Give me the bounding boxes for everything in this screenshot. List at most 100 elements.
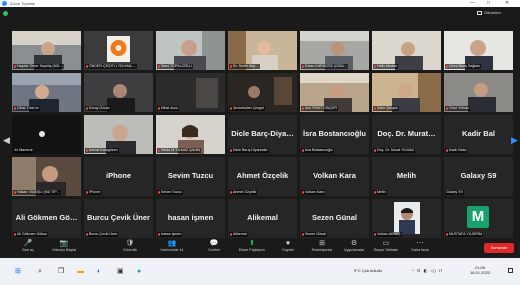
participant-tile[interactable]: Kadir Bal Kadir Balcı [444, 115, 513, 154]
participant-name-tag: Galaxy S9 [445, 190, 464, 195]
participant-tile[interactable]: M MUSTAFA YILDIRIM [444, 199, 513, 238]
muted-mic-icon [86, 65, 88, 68]
participant-tile[interactable]: Galaxy S9 Galaxy S9 [444, 157, 513, 196]
end-meeting-button[interactable]: Sonlandır [484, 243, 514, 253]
participant-tile[interactable]: Umut Barış Sağlam [444, 31, 513, 70]
participant-tile[interactable]: Haydar Ömer Saçbüş (MÜ… [12, 31, 81, 70]
participant-display-name: iPhone [105, 171, 131, 180]
participant-display-name: Galaxy S9 [460, 171, 497, 180]
participant-tile[interactable]: Cihat Yıldırım [12, 73, 81, 112]
participant-tile[interactable]: Ali Gökmen Gö… Ali Gökmen Göksu [12, 199, 81, 238]
muted-mic-icon [302, 107, 304, 110]
muted-mic-icon [230, 233, 232, 236]
minimize-button[interactable]: — [470, 0, 475, 7]
participant-tile-active-speaker[interactable]: Sami TOPALOĞLU [156, 31, 225, 70]
participant-tile[interactable]: Dr. Serife Akp… [228, 31, 297, 70]
participant-tile[interactable]: Onur Yılmaz [444, 73, 513, 112]
muted-mic-icon [302, 191, 304, 194]
participant-tile[interactable]: Volkan Kara Volkan Kara [300, 157, 369, 196]
participant-tile[interactable]: Doç. Dr. Murat… Doç. Dr. Murat YILMAZ [372, 115, 441, 154]
participant-display-name: Melih [396, 171, 417, 180]
participant-name-tag: Alikemal [229, 232, 248, 237]
clock-date: 16.01.2023 [470, 270, 491, 275]
participant-name-tag: Şakir Şimşek [373, 106, 399, 111]
weather-widget[interactable]: 9°C Çok bulutlu [354, 268, 382, 273]
participant-tile[interactable]: Burcu Çevik Üner Burcu Çevik Üner [84, 199, 153, 238]
windows-start-icon[interactable]: ⊞ [15, 267, 21, 276]
participant-name: Kemal Karagözen [89, 148, 118, 152]
edge-browser-icon[interactable]: ◐ [97, 267, 101, 276]
participant-tile[interactable]: hasan işmen hasan işmen [156, 199, 225, 238]
participant-tile[interactable]: Nihat Avcu [156, 73, 225, 112]
participant-name: Umut Barış Sağlam [449, 64, 481, 68]
participant-tile[interactable]: Selda M.YILMAZ ŞAHİN [156, 115, 225, 154]
participant-tile[interactable]: İsra Bostancıoğlu İsra Bostancıoğlu [300, 115, 369, 154]
participant-name-tag: Kemal Karagözen [85, 148, 119, 153]
participant-tile[interactable]: Alikemal Alikemal [228, 199, 297, 238]
participant-tile[interactable]: Sevim Tuzcu Sevim Tuzcu [156, 157, 225, 196]
participant-name-tag: Sevim Tuzcu [157, 190, 183, 195]
participant-tile[interactable]: Ahmet Özçelik Ahmet Özçelik [228, 157, 297, 196]
participant-tile[interactable]: Volkan AKBAŞ [372, 199, 441, 238]
participant-tile[interactable]: Kemal Karagözen [84, 115, 153, 154]
security-shield-icon[interactable] [3, 11, 8, 16]
maximize-button[interactable]: □ [487, 0, 490, 7]
participant-name-tag: Dicle Barış Diyarbakır [229, 148, 269, 153]
participant-tile[interactable]: 44 İlkimeral [12, 115, 81, 154]
more-button[interactable]: ⋯ Daha fazla [400, 240, 440, 253]
participant-tile[interactable]: Melih Melih [372, 157, 441, 196]
participant-tile[interactable]: iPhone iPhone [84, 157, 153, 196]
participant-name: Şevketullah Çengel [233, 106, 264, 110]
muted-mic-icon [158, 65, 160, 68]
clock[interactable]: 21:06 16.01.2023 [470, 265, 490, 275]
share-screen-button[interactable]: ⬆ Ekran Paylaşımı [232, 240, 272, 253]
participant-display-name: hasan işmen [167, 213, 214, 222]
system-tray-icons[interactable]: ^ ⊡ ◧ ◁) Π [412, 268, 443, 273]
muted-mic-icon [158, 233, 160, 236]
participant-name: Haydar Ömer Saçbüş (MÜ… [17, 64, 63, 68]
chat-button[interactable]: 💬 Sohbet [194, 240, 234, 253]
participant-tile[interactable]: Halis Medan [372, 31, 441, 70]
security-button[interactable]: 🛡 Güvenlik [110, 240, 150, 253]
camera-off-icon: 📷 [59, 240, 69, 247]
participant-tile[interactable]: ÖNDER-ÇEŞİTLİ YELİHAL… [84, 31, 153, 70]
participant-tile[interactable]: Koray Özcan [84, 73, 153, 112]
participant-name-tag: Cihat Yıldırım [13, 106, 40, 111]
participant-name-tag: Sami TOPALOĞLU [157, 64, 193, 69]
participant-name: Volkan AKBAŞ [377, 232, 401, 236]
participant-tile[interactable]: Sezen Günal Sezen Günal [300, 199, 369, 238]
participant-name-tag: Selda M.YILMAZ ŞAHİN [157, 148, 202, 153]
previous-page-icon[interactable]: ◀ [3, 135, 10, 146]
file-explorer-icon[interactable]: ▬ [77, 267, 84, 276]
view-label: Görünüm [484, 10, 501, 15]
muted-mic-icon [158, 191, 160, 194]
next-page-icon[interactable]: ▶ [511, 135, 518, 146]
participant-name: Dr. Serife Akp… [233, 64, 259, 68]
notification-icon[interactable] [508, 268, 513, 273]
unmute-button[interactable]: 🎤 Sesi aç [8, 240, 48, 253]
zoom-taskbar-icon[interactable]: ● [137, 267, 141, 276]
window-titlebar: Zoom Toplantı — □ ✕ [0, 0, 520, 7]
muted-mic-icon [446, 233, 448, 236]
search-icon[interactable]: ⌕ [38, 267, 42, 276]
muted-mic-icon [86, 107, 88, 110]
close-button[interactable]: ✕ [505, 0, 509, 7]
participant-tile[interactable]: Dicle Barç-Diya… Dicle Barış Diyarbakır [228, 115, 297, 154]
participant-name-tag: Dr. Serife Akp… [229, 64, 260, 69]
participant-avatar: M [467, 206, 489, 228]
toolbar-label: Videoyu Başlat [52, 248, 76, 252]
store-icon[interactable]: ▣ [117, 267, 124, 276]
participants-button[interactable]: 👥 Katılımcılar 41 [152, 240, 192, 253]
start-video-button[interactable]: 📷 Videoyu Başlat [44, 240, 84, 253]
participant-tile[interactable]: Şakir Şimşek [372, 73, 441, 112]
participant-name: Erkan KARAGÖZ (GİSA… [305, 64, 348, 68]
participant-tile[interactable]: Anıl FIRAT DİNÇER [300, 73, 369, 112]
participant-tile[interactable]: Şevketullah Çengel [228, 73, 297, 112]
participant-tile[interactable]: Erkan KARAGÖZ (GİSA… [300, 31, 369, 70]
participant-name: Volkan Kara [305, 190, 325, 194]
task-view-icon[interactable]: ❐ [58, 267, 64, 276]
participant-display-name: Doç. Dr. Murat… [377, 129, 436, 138]
muted-mic-icon [230, 191, 232, 194]
participant-tile[interactable]: Hakan YAVAŞLI (MÜ TIP… [12, 157, 81, 196]
view-button[interactable]: Görünüm [477, 10, 501, 15]
